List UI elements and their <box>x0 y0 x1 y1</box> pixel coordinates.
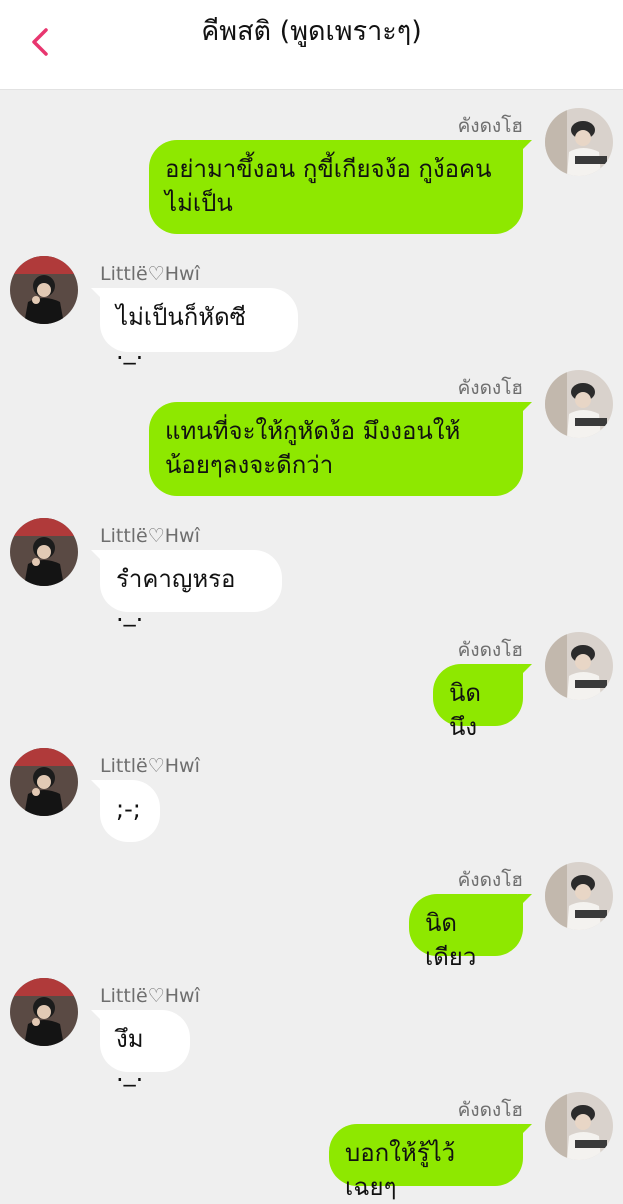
message-text-line: อย่ามาขึ้งอน กูขี้เกียจง้อ กูง้อคน <box>165 155 492 183</box>
user-photo-icon <box>545 632 613 700</box>
sender-name: Littlë♡Hwî <box>100 755 200 777</box>
avatar[interactable] <box>545 370 613 438</box>
message-bubble[interactable]: รำคาญหรอ ._. <box>91 550 282 627</box>
user-photo-icon <box>10 518 78 586</box>
message-text-line: แทนที่จะให้กูหัดง้อ มึงงอนให้ <box>165 417 461 445</box>
avatar[interactable] <box>545 862 613 930</box>
sender-name: คังดงโฮ <box>457 869 523 891</box>
message-text-line: ไม่เป็น <box>165 189 233 217</box>
sender-name: Littlë♡Hwî <box>100 525 200 547</box>
message-bubble[interactable]: นิดนึง <box>433 664 532 741</box>
message-text-line: ;-; <box>116 795 141 823</box>
user-photo-icon <box>10 256 78 324</box>
sender-name: คังดงโฮ <box>457 377 523 399</box>
message-bubble[interactable]: อย่ามาขึ้งอน กูขี้เกียจง้อ กูง้อคน ไม่เป… <box>149 140 532 234</box>
avatar[interactable] <box>10 978 78 1046</box>
avatar[interactable] <box>545 1092 613 1160</box>
message-bubble[interactable]: แทนที่จะให้กูหัดง้อ มึงงอนให้ น้อยๆลงจะด… <box>149 402 532 496</box>
sender-name: คังดงโฮ <box>457 115 523 137</box>
message-bubble[interactable]: นิดเดียว <box>409 894 532 971</box>
user-photo-icon <box>545 1092 613 1160</box>
message-text-line: น้อยๆลงจะดีกว่า <box>165 451 334 479</box>
sender-name: Littlë♡Hwî <box>100 263 200 285</box>
sender-name: คังดงโฮ <box>457 639 523 661</box>
chat-header: คีพสติ (พูดเพราะๆ) <box>0 0 623 90</box>
user-photo-icon <box>10 748 78 816</box>
user-photo-icon <box>10 978 78 1046</box>
avatar[interactable] <box>545 632 613 700</box>
message-bubble[interactable]: บอกให้รู้ไว้เฉยๆ <box>329 1124 532 1201</box>
avatar[interactable] <box>10 518 78 586</box>
user-photo-icon <box>545 862 613 930</box>
sender-name: คังดงโฮ <box>457 1099 523 1121</box>
sender-name: Littlë♡Hwî <box>100 985 200 1007</box>
message-text-line: ไม่เป็นก็หัดซี ._. <box>116 303 246 365</box>
message-text-line: นิดเดียว <box>425 909 477 971</box>
message-bubble[interactable]: ไม่เป็นก็หัดซี ._. <box>91 288 298 365</box>
message-text-line: งึม ._. <box>116 1025 144 1087</box>
avatar[interactable] <box>10 748 78 816</box>
message-text-line: รำคาญหรอ ._. <box>116 565 236 627</box>
avatar[interactable] <box>10 256 78 324</box>
user-photo-icon <box>545 370 613 438</box>
message-text-line: บอกให้รู้ไว้เฉยๆ <box>345 1139 456 1201</box>
user-photo-icon <box>545 108 613 176</box>
avatar[interactable] <box>545 108 613 176</box>
message-bubble[interactable]: งึม ._. <box>91 1010 190 1087</box>
message-text-line: นิดนึง <box>449 679 481 741</box>
message-bubble[interactable]: ;-; <box>91 780 160 842</box>
chat-title: คีพสติ (พูดเพราะๆ) <box>201 16 422 47</box>
